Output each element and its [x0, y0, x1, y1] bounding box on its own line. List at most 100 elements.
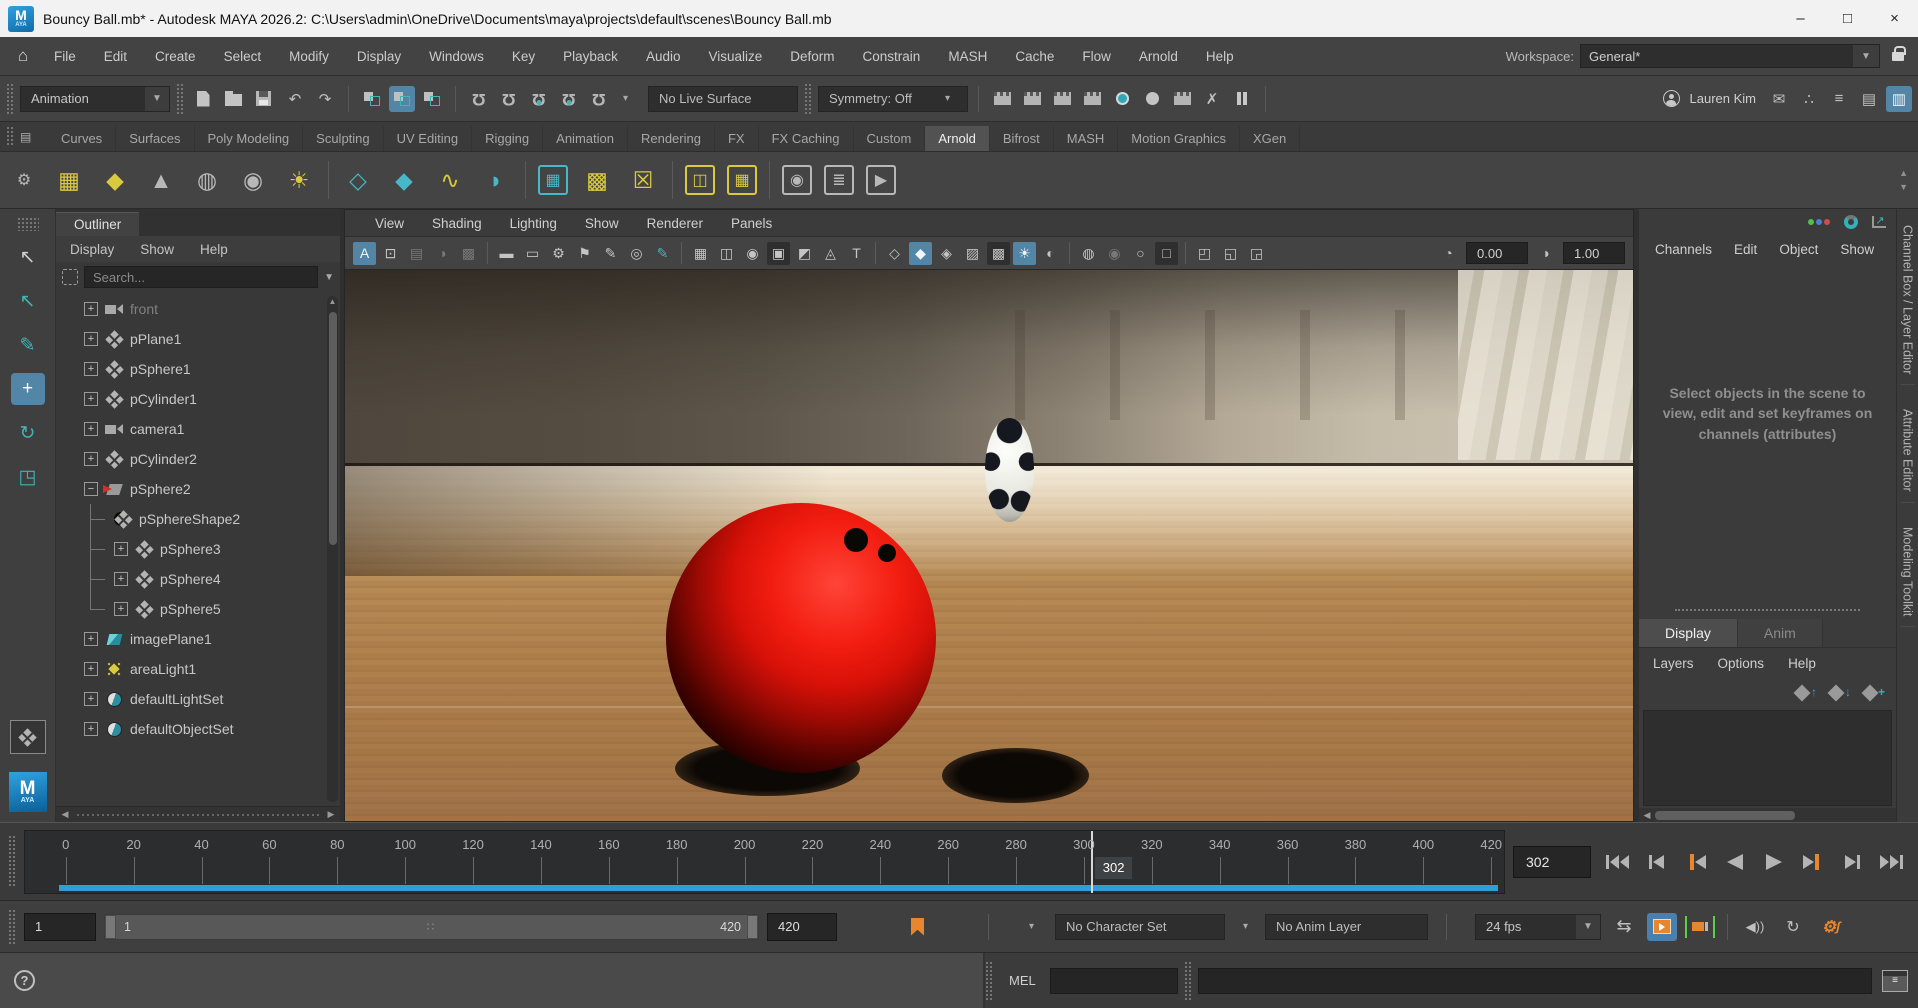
fps-dropdown[interactable]: 24 fps ▼: [1475, 914, 1601, 940]
gamma-field[interactable]: 1.00: [1563, 242, 1625, 264]
scroll-up-icon[interactable]: ▲: [1899, 168, 1908, 178]
step-forward-frame-button[interactable]: [1837, 849, 1867, 875]
new-layer-icon[interactable]: +: [1864, 685, 1884, 701]
shelf-tab-rendering[interactable]: Rendering: [628, 126, 715, 151]
menu-constrain[interactable]: Constrain: [849, 49, 935, 64]
outliner-item-front[interactable]: +front: [56, 294, 340, 324]
textured-icon[interactable]: ▨: [961, 242, 984, 265]
help-icon[interactable]: ?: [14, 970, 35, 991]
motion-blur-icon[interactable]: ◉: [1103, 242, 1126, 265]
ipr-render-icon[interactable]: [1019, 86, 1045, 112]
single-pane-layout-icon[interactable]: ◰: [1193, 242, 1216, 265]
outliner-item-pCylinder2[interactable]: +pCylinder2: [56, 444, 340, 474]
minimize-button[interactable]: –: [1777, 0, 1824, 37]
chevron-down-icon[interactable]: ▾: [1243, 921, 1255, 932]
close-button[interactable]: ×: [1871, 0, 1918, 37]
outliner-menu-show[interactable]: Show: [140, 242, 174, 257]
redo-icon[interactable]: ↷: [312, 86, 338, 112]
ipr-toggle-icon[interactable]: [1139, 86, 1165, 112]
menu-deform[interactable]: Deform: [776, 49, 848, 64]
multisample-icon[interactable]: ○: [1129, 242, 1152, 265]
character-set-dropdown[interactable]: No Character Set: [1055, 914, 1225, 940]
outliner-item-camera1[interactable]: +camera1: [56, 414, 340, 444]
play-backwards-button[interactable]: [1720, 849, 1750, 875]
live-surface-field[interactable]: No Live Surface: [648, 86, 798, 112]
step-back-key-button[interactable]: [1681, 849, 1711, 875]
layer-scrollbar[interactable]: ◀: [1639, 808, 1896, 822]
expand-toggle-icon[interactable]: +: [114, 602, 128, 616]
select-component-mode-icon[interactable]: [419, 86, 445, 112]
arnold-mesh-light-icon[interactable]: ◉: [236, 161, 270, 199]
viewport-menu-shading[interactable]: Shading: [422, 216, 492, 231]
menu-mash[interactable]: MASH: [934, 49, 1001, 64]
filter-icon[interactable]: [62, 269, 78, 285]
workspace-lock-icon[interactable]: [1892, 52, 1904, 61]
rotate-tool-icon[interactable]: ↻: [11, 417, 45, 449]
arnold-volume-icon[interactable]: ◗: [479, 161, 513, 199]
play-forwards-button[interactable]: [1759, 849, 1789, 875]
side-tab-attribute-editor[interactable]: Attribute Editor: [1901, 399, 1915, 503]
arnold-light-manager-icon[interactable]: ◫: [685, 165, 715, 195]
xray-toggle-icon[interactable]: [10, 720, 46, 754]
open-scene-icon[interactable]: [220, 86, 246, 112]
drag-handle[interactable]: [17, 217, 39, 231]
shelf-tab-rigging[interactable]: Rigging: [472, 126, 543, 151]
shelf-tab-motion-graphics[interactable]: Motion Graphics: [1118, 126, 1240, 151]
outliner-vertical-scrollbar[interactable]: ▲: [327, 296, 338, 802]
camera-settings-icon[interactable]: ⚙: [547, 242, 570, 265]
two-pane-layout-icon[interactable]: ◱: [1219, 242, 1242, 265]
arnold-standin-icon[interactable]: ◇: [341, 161, 375, 199]
channelbox-menu-object[interactable]: Object: [1779, 242, 1818, 257]
viewport-menu-view[interactable]: View: [365, 216, 414, 231]
expand-toggle-icon[interactable]: +: [114, 572, 128, 586]
range-start-handle[interactable]: [105, 915, 116, 939]
scrollbar-track[interactable]: [74, 811, 322, 819]
script-editor-icon[interactable]: ≡: [1882, 970, 1908, 992]
drag-handle[interactable]: [8, 909, 16, 945]
drag-handle[interactable]: [804, 83, 812, 115]
outliner-item-pPlane1[interactable]: +pPlane1: [56, 324, 340, 354]
shelf-tab-custom[interactable]: Custom: [854, 126, 926, 151]
render-sequence-icon[interactable]: [1049, 86, 1075, 112]
menu-windows[interactable]: Windows: [415, 49, 498, 64]
in-view-messages-icon[interactable]: ✉: [1766, 86, 1792, 112]
expand-toggle-icon[interactable]: +: [84, 422, 98, 436]
playblast-icon[interactable]: ▶: [866, 165, 896, 195]
tab-outliner[interactable]: Outliner: [56, 212, 139, 236]
save-scene-icon[interactable]: [250, 86, 276, 112]
character-controls-icon[interactable]: ∴: [1796, 86, 1822, 112]
color-manage-icon[interactable]: ◑: [431, 242, 454, 265]
viewport-menu-show[interactable]: Show: [575, 216, 629, 231]
step-forward-key-button[interactable]: [1798, 849, 1828, 875]
snap-to-curve-icon[interactable]: Ω: [496, 86, 522, 112]
channel-box-toggle-icon[interactable]: ▤: [1856, 86, 1882, 112]
drag-handle[interactable]: [6, 126, 14, 146]
viewport-menu-panels[interactable]: Panels: [721, 216, 782, 231]
menu-arnold[interactable]: Arnold: [1125, 49, 1192, 64]
expand-toggle-icon[interactable]: +: [84, 302, 98, 316]
render-frame-icon[interactable]: [989, 86, 1015, 112]
render-view-icon[interactable]: [1109, 86, 1135, 112]
graph-icon[interactable]: ↗: [1872, 216, 1886, 228]
isolate-select-icon[interactable]: □: [1155, 242, 1178, 265]
outliner-menu-display[interactable]: Display: [70, 242, 114, 257]
arnold-render-icon[interactable]: ▦: [538, 165, 568, 195]
scroll-left-icon[interactable]: ◀: [56, 809, 74, 820]
select-camera-icon[interactable]: A: [353, 242, 376, 265]
shelf-tab-mash[interactable]: MASH: [1054, 126, 1119, 151]
scrollbar-thumb[interactable]: [1655, 811, 1795, 820]
layer-menu-layers[interactable]: Layers: [1653, 656, 1694, 671]
gear-icon[interactable]: ⚙: [6, 170, 42, 190]
outliner-item-imagePlane1[interactable]: +imagePlane1: [56, 624, 340, 654]
lighting-icon[interactable]: ☀: [1013, 242, 1036, 265]
drag-handle[interactable]: [176, 83, 184, 115]
range-slider[interactable]: 1 ∷ 420: [104, 914, 759, 940]
outliner-item-pSphere3[interactable]: +pSphere3: [56, 534, 340, 564]
outliner-item-pSphere2[interactable]: −pSphere2: [56, 474, 340, 504]
arnold-cancel-render-icon[interactable]: ☒: [626, 161, 660, 199]
command-result-field[interactable]: [1198, 968, 1872, 994]
shadows-icon[interactable]: ◐: [1039, 242, 1062, 265]
draw-icon[interactable]: ✎: [651, 242, 674, 265]
zoom-region-icon[interactable]: ◎: [625, 242, 648, 265]
render-view-window-icon[interactable]: ◉: [782, 165, 812, 195]
